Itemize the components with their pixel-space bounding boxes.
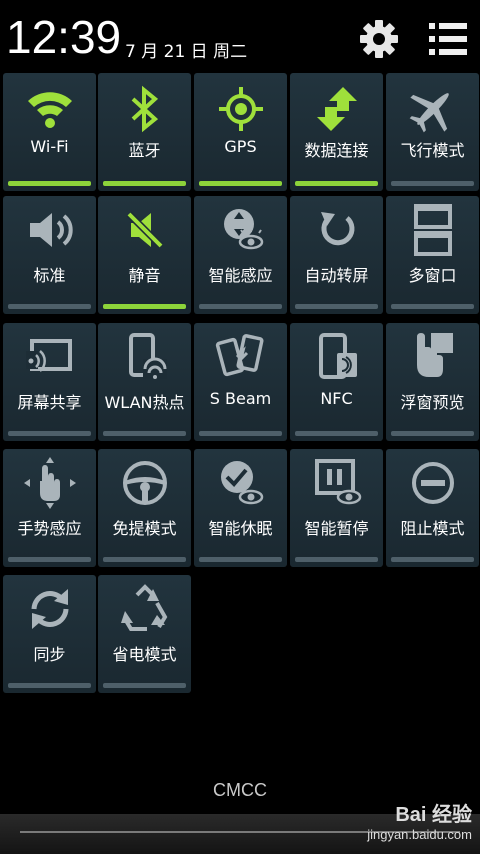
screen-mirror-icon <box>3 329 96 385</box>
list-icon <box>429 23 467 55</box>
toggle-label: NFC <box>320 389 353 408</box>
watermark-logo: Bai 经验 <box>395 804 472 826</box>
toggle-tile-wifi[interactable]: Wi-Fi <box>3 73 96 191</box>
toggle-tile-data-transfer[interactable]: 数据连接 <box>290 73 383 191</box>
toggle-state-bar <box>295 431 378 436</box>
toggle-state-bar <box>103 181 186 186</box>
recycle-icon <box>98 581 191 637</box>
toggle-label: 自动转屏 <box>304 266 369 285</box>
toggle-state-bar <box>8 431 91 436</box>
gps-icon <box>194 81 287 137</box>
toggle-label: 同步 <box>33 645 66 664</box>
toggle-label: WLAN热点 <box>104 393 185 412</box>
rotate-icon <box>290 202 383 258</box>
toggle-tile-sbeam[interactable]: S Beam <box>194 323 287 441</box>
toggle-tile-air-view[interactable]: 浮窗预览 <box>386 323 479 441</box>
smart-stay-icon <box>194 455 287 511</box>
toggle-tile-rotate[interactable]: 自动转屏 <box>290 196 383 314</box>
mute-icon <box>98 202 191 258</box>
toggle-state-bar <box>103 683 186 688</box>
toggle-tile-gps[interactable]: GPS <box>194 73 287 191</box>
toggle-state-bar <box>103 304 186 309</box>
toggle-label: 手势感应 <box>17 519 82 538</box>
toggle-tile-sync[interactable]: 同步 <box>3 575 96 693</box>
steering-wheel-icon <box>98 455 191 511</box>
airplane-icon <box>386 81 479 137</box>
clock-time: 12:39 <box>6 11 122 63</box>
air-view-icon <box>386 329 479 385</box>
toggle-state-bar <box>103 557 186 562</box>
toggle-label: 免提模式 <box>112 519 177 538</box>
nfc-icon <box>290 329 383 385</box>
smart-pause-icon <box>290 455 383 511</box>
smart-sensor-icon <box>194 202 287 258</box>
toggle-state-bar <box>391 431 474 436</box>
toggle-label: 阻止模式 <box>400 519 465 538</box>
toggle-state-bar <box>391 557 474 562</box>
toggle-state-bar <box>391 181 474 186</box>
sync-icon <box>3 581 96 637</box>
toggle-tile-steering-wheel[interactable]: 免提模式 <box>98 449 191 567</box>
notification-header: 12:39 7 月 21 日 周二 <box>0 0 480 70</box>
toggle-label: 标准 <box>33 266 66 285</box>
toggle-state-bar <box>8 304 91 309</box>
toggle-label: 飞行模式 <box>400 141 465 160</box>
gear-icon <box>360 20 398 58</box>
toggle-label: S Beam <box>209 389 272 408</box>
toggle-state-bar <box>199 557 282 562</box>
toggle-tile-recycle[interactable]: 省电模式 <box>98 575 191 693</box>
toggle-tile-screen-mirror[interactable]: 屏幕共享 <box>3 323 96 441</box>
toggle-state-bar <box>8 557 91 562</box>
toggle-label: 浮窗预览 <box>400 393 465 412</box>
toggle-state-bar <box>8 683 91 688</box>
multi-window-icon <box>386 202 479 258</box>
wifi-icon <box>3 81 96 137</box>
toggle-tile-airplane[interactable]: 飞行模式 <box>386 73 479 191</box>
menu-button[interactable] <box>424 14 474 64</box>
toggle-tile-bluetooth[interactable]: 蓝牙 <box>98 73 191 191</box>
block-icon <box>386 455 479 511</box>
toggle-tile-smart-stay[interactable]: 智能休眠 <box>194 449 287 567</box>
toggle-label: 智能感应 <box>208 266 273 285</box>
speaker-icon <box>3 202 96 258</box>
toggle-state-bar <box>391 304 474 309</box>
data-transfer-icon <box>290 81 383 137</box>
toggle-label: 蓝牙 <box>128 141 161 160</box>
toggle-label: 智能休眠 <box>208 519 273 538</box>
toggle-label: 多窗口 <box>408 266 457 285</box>
toggle-label: Wi-Fi <box>30 137 69 156</box>
gesture-icon <box>3 455 96 511</box>
toggle-tile-smart-sensor[interactable]: 智能感应 <box>194 196 287 314</box>
watermark-url: jingyan.baidu.com <box>367 827 472 842</box>
toggle-state-bar <box>199 431 282 436</box>
toggle-tile-block[interactable]: 阻止模式 <box>386 449 479 567</box>
toggle-label: 静音 <box>128 266 161 285</box>
toggle-tile-nfc[interactable]: NFC <box>290 323 383 441</box>
toggle-tile-smart-pause[interactable]: 智能暂停 <box>290 449 383 567</box>
toggle-state-bar <box>295 304 378 309</box>
toggle-tile-gesture[interactable]: 手势感应 <box>3 449 96 567</box>
toggle-state-bar <box>103 431 186 436</box>
clock-date: 7 月 21 日 周二 <box>125 42 248 62</box>
toggle-label: 省电模式 <box>112 645 177 664</box>
toggle-tile-multi-window[interactable]: 多窗口 <box>386 196 479 314</box>
hotspot-icon <box>98 329 191 385</box>
toggle-label: 数据连接 <box>304 141 369 160</box>
toggle-state-bar <box>199 181 282 186</box>
toggle-tile-mute[interactable]: 静音 <box>98 196 191 314</box>
toggle-label: GPS <box>224 137 257 156</box>
toggle-state-bar <box>199 304 282 309</box>
watermark: Bai 经验 jingyan.baidu.com <box>367 798 472 842</box>
toggle-state-bar <box>295 181 378 186</box>
sbeam-icon <box>194 329 287 385</box>
toggle-label: 屏幕共享 <box>17 393 82 412</box>
settings-button[interactable] <box>354 14 404 64</box>
toggle-state-bar <box>8 181 91 186</box>
toggle-tile-hotspot[interactable]: WLAN热点 <box>98 323 191 441</box>
toggle-label: 智能暂停 <box>304 519 369 538</box>
bluetooth-icon <box>98 81 191 137</box>
toggle-state-bar <box>295 557 378 562</box>
toggle-tile-speaker[interactable]: 标准 <box>3 196 96 314</box>
